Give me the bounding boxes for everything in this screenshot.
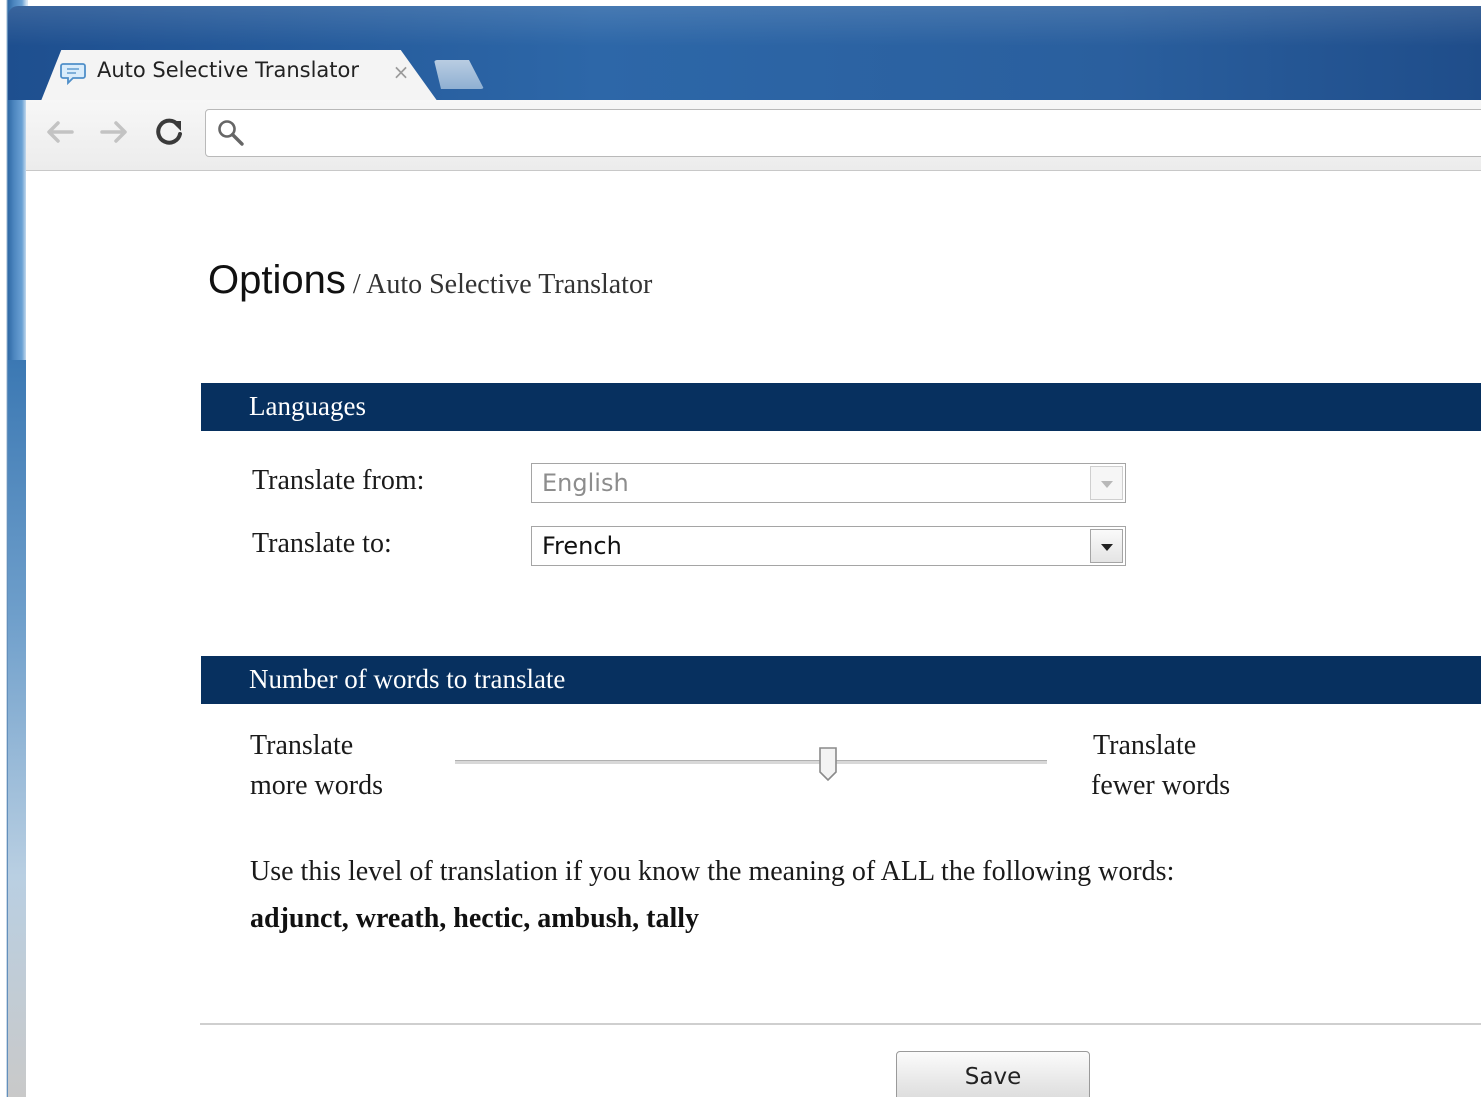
fewer-words-label-line2: fewer words [1091, 770, 1231, 801]
translate-to-select[interactable]: French [531, 526, 1126, 566]
section-header-languages: Languages [201, 383, 1481, 431]
speech-bubble-icon [60, 63, 86, 86]
reload-icon[interactable] [151, 112, 187, 152]
section-title-languages: Languages [249, 391, 366, 421]
window-frame-edge [8, 360, 26, 1097]
translate-from-label: Translate from: [252, 465, 425, 496]
word-count-slider-handle[interactable] [818, 746, 838, 782]
divider [200, 1023, 1481, 1025]
fewer-words-label-line1: Translate [1093, 730, 1197, 761]
back-arrow-icon[interactable] [42, 112, 78, 152]
search-icon [218, 120, 244, 146]
page-title: Options / Auto Selective Translator [208, 258, 652, 303]
translate-from-select[interactable]: English [531, 463, 1126, 503]
page-title-sub: / Auto Selective Translator [345, 269, 653, 300]
chevron-down-icon [1090, 529, 1123, 563]
translate-from-value: English [542, 469, 629, 497]
address-bar[interactable] [205, 109, 1481, 157]
translation-level-info: Use this level of translation if you kno… [250, 856, 1175, 887]
more-words-label-line1: Translate [250, 730, 354, 761]
section-title-words: Number of words to translate [249, 664, 566, 694]
translate-to-value: French [542, 532, 622, 560]
more-words-label-line2: more words [250, 770, 383, 801]
close-icon[interactable]: × [390, 61, 412, 83]
section-header-words: Number of words to translate [201, 656, 1481, 704]
tab-title: Auto Selective Translator [97, 58, 359, 82]
screen: Auto Selective Translator × Options / Au… [0, 0, 1481, 1097]
word-count-slider-track[interactable] [455, 760, 1047, 764]
page-title-main: Options [208, 258, 346, 302]
forward-arrow-icon[interactable] [96, 112, 132, 152]
example-words: adjunct, wreath, hectic, ambush, tally [250, 903, 700, 934]
save-button[interactable]: Save [896, 1051, 1090, 1097]
page-content [26, 171, 1481, 1097]
translate-to-label: Translate to: [252, 528, 392, 559]
chevron-down-icon [1090, 466, 1123, 500]
titlebar-gloss [8, 6, 1481, 46]
